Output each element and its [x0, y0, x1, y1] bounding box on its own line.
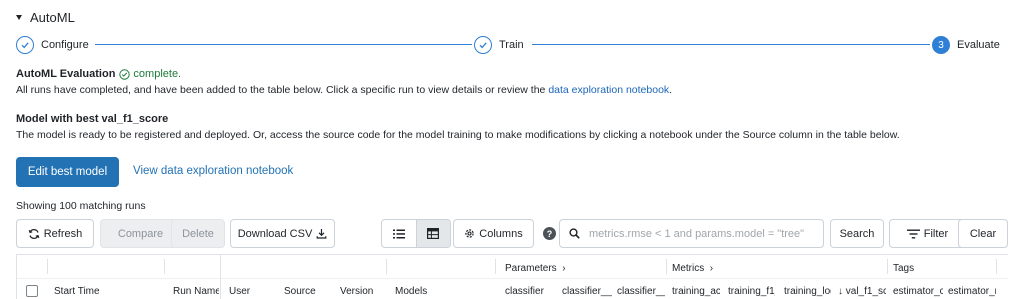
col-run-name[interactable]: Run Name — [173, 286, 219, 297]
search-icon — [569, 228, 580, 239]
tags-group-header[interactable]: Tags — [893, 263, 914, 274]
caret-down-icon[interactable] — [16, 14, 22, 20]
runs-table: Parameters › Metrics › Tags Start Time R… — [16, 254, 1008, 299]
col-start-time[interactable]: Start Time — [54, 286, 154, 297]
header-row-divider — [17, 278, 1008, 279]
chevron-right-icon: › — [709, 263, 714, 274]
col-models[interactable]: Models — [395, 286, 475, 297]
download-csv-button[interactable]: Download CSV — [230, 219, 335, 248]
column-divider — [47, 259, 48, 274]
columns-button[interactable]: Columns — [453, 219, 534, 248]
parameters-label: Parameters — [505, 263, 557, 274]
columns-label: Columns — [479, 227, 523, 240]
table-icon — [427, 228, 440, 239]
evaluation-heading: AutoML Evaluation complete. — [16, 68, 181, 80]
status-text: complete. — [133, 68, 182, 80]
view-data-exploration-notebook-link[interactable]: View data exploration notebook — [133, 165, 293, 177]
col-metric-training-log[interactable]: training_log — [784, 286, 831, 297]
search-button[interactable]: Search — [830, 219, 884, 248]
column-divider — [666, 259, 667, 274]
section-title: AutoML — [30, 9, 75, 25]
clear-button[interactable]: Clear — [958, 219, 1008, 248]
col-version[interactable]: Version — [340, 286, 382, 297]
column-divider — [386, 259, 387, 274]
check-icon — [16, 36, 34, 54]
step-label: Train — [499, 39, 524, 51]
download-label: Download CSV — [237, 227, 313, 240]
chevron-right-icon: › — [562, 263, 566, 274]
col-source[interactable]: Source — [284, 286, 329, 297]
check-icon — [474, 36, 492, 54]
search-box — [559, 219, 824, 248]
evaluation-title: AutoML Evaluation — [16, 68, 116, 80]
refresh-label: Refresh — [43, 227, 83, 240]
delete-button[interactable]: Delete — [171, 219, 225, 248]
table-view-button[interactable] — [415, 220, 450, 247]
col-metric-val-f1-score[interactable]: ↓ val_f1_sco — [838, 286, 886, 297]
evaluation-description: All runs have completed, and have been a… — [16, 84, 672, 96]
status-complete: complete. — [119, 68, 181, 80]
column-divider — [495, 259, 496, 274]
refresh-button[interactable]: Refresh — [16, 219, 94, 248]
runs-toolbar: Refresh Compare Delete Download CSV Colu… — [16, 219, 1008, 249]
col-metric-training-f1[interactable]: training_f1_ — [728, 286, 775, 297]
step-number: 3 — [932, 36, 950, 54]
edit-best-model-button[interactable]: Edit best model — [16, 157, 119, 187]
step-connector — [94, 44, 474, 45]
filter-button[interactable]: Filter — [889, 219, 966, 248]
step-connector — [532, 44, 934, 45]
select-all-checkbox[interactable] — [26, 285, 38, 297]
metrics-group-header[interactable]: Metrics › — [672, 263, 713, 274]
compare-button[interactable]: Compare — [100, 219, 181, 248]
refresh-icon — [28, 228, 40, 239]
column-divider — [996, 259, 997, 274]
filter-label: Filter — [923, 227, 949, 240]
step-train: Train — [472, 35, 530, 55]
column-divider — [887, 259, 888, 274]
col-tag-estimator-class[interactable]: estimator_cl — [893, 286, 943, 297]
list-icon — [392, 229, 405, 238]
check-circle-icon — [119, 68, 131, 80]
col-user[interactable]: User — [229, 286, 269, 297]
step-label: Configure — [41, 39, 89, 51]
progress-stepper: Configure Train 3 Evaluate — [16, 35, 1004, 55]
filter-icon — [906, 229, 920, 238]
step-configure: Configure — [16, 35, 95, 55]
best-model-title: Model with best val_f1_score — [16, 113, 169, 125]
list-view-button[interactable] — [382, 220, 416, 247]
col-param-classifier-b[interactable]: classifier__b — [617, 286, 665, 297]
search-input[interactable] — [589, 227, 804, 240]
parameters-group-header[interactable]: Parameters › — [505, 263, 566, 274]
col-tag-estimator-name[interactable]: estimator_n — [948, 286, 996, 297]
column-divider — [220, 255, 221, 299]
gear-icon — [465, 229, 474, 238]
evaluation-text: All runs have completed, and have been a… — [16, 84, 546, 96]
data-exploration-notebook-link[interactable]: data exploration notebook — [548, 84, 669, 96]
step-label: Evaluate — [957, 39, 1000, 51]
view-toggle — [381, 219, 451, 248]
step-evaluate: 3 Evaluate — [930, 35, 1000, 55]
matching-runs-count: Showing 100 matching runs — [16, 200, 146, 212]
metrics-label: Metrics — [672, 263, 705, 274]
question-icon[interactable]: ? — [543, 227, 556, 240]
col-param-classifier-c[interactable]: classifier__C — [562, 286, 612, 297]
col-metric-training-acc[interactable]: training_acc — [672, 286, 720, 297]
automl-section-header[interactable]: AutoML — [16, 8, 75, 26]
best-model-description: The model is ready to be registered and … — [16, 129, 900, 141]
column-divider — [164, 259, 165, 274]
period: . — [669, 84, 673, 96]
col-param-classifier[interactable]: classifier — [505, 286, 555, 297]
download-icon — [316, 229, 327, 239]
